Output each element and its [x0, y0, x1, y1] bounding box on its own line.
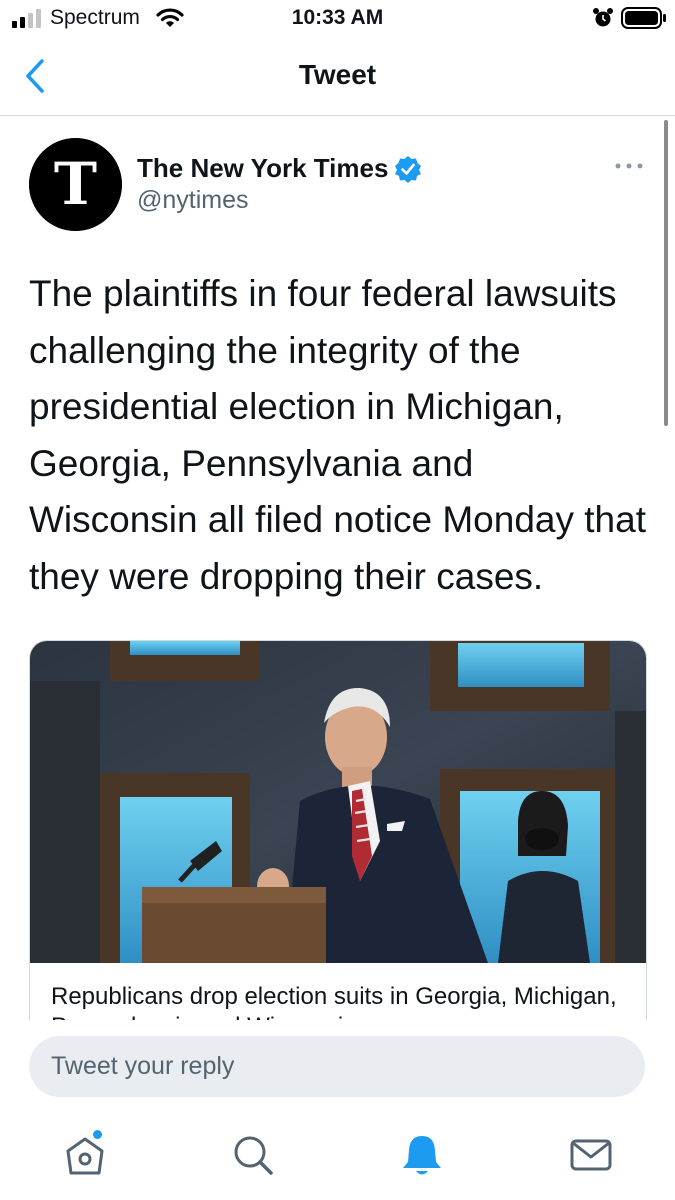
search-icon	[234, 1136, 273, 1175]
reply-bar	[0, 1020, 675, 1115]
battery-icon	[621, 7, 666, 29]
author-handle[interactable]: @nytimes	[137, 186, 249, 215]
new-content-dot	[93, 1130, 102, 1139]
nyt-logo-icon: T	[29, 138, 122, 231]
tab-home[interactable]	[61, 1131, 109, 1179]
alarm-icon	[593, 8, 613, 27]
verified-badge-icon	[395, 155, 422, 183]
article-photo	[30, 641, 646, 963]
more-options-icon[interactable]	[612, 154, 646, 178]
author-name-row[interactable]: The New York Times	[137, 153, 422, 185]
home-icon	[66, 1137, 104, 1175]
status-time: 10:33 AM	[291, 6, 384, 29]
svg-text:T: T	[54, 150, 97, 218]
author-avatar[interactable]: T	[29, 138, 122, 231]
status-bar: Spectrum 10:33 AM	[0, 0, 675, 38]
notifications-icon	[403, 1136, 441, 1175]
tab-notifications[interactable]	[398, 1131, 446, 1179]
reply-input[interactable]	[29, 1036, 645, 1097]
link-card[interactable]: Republicans drop election suits in Georg…	[29, 640, 647, 1042]
tab-bar	[0, 1115, 675, 1200]
tweet-text: The plaintiffs in four federal lawsuits …	[29, 273, 646, 597]
tab-messages[interactable]	[567, 1131, 615, 1179]
page-title: Tweet	[298, 59, 377, 90]
tab-search[interactable]	[229, 1131, 277, 1179]
author-name[interactable]: The New York Times	[137, 153, 388, 183]
scroll-indicator[interactable]	[664, 120, 668, 426]
navigation-bar: Tweet	[0, 38, 675, 116]
messages-icon	[570, 1139, 612, 1171]
